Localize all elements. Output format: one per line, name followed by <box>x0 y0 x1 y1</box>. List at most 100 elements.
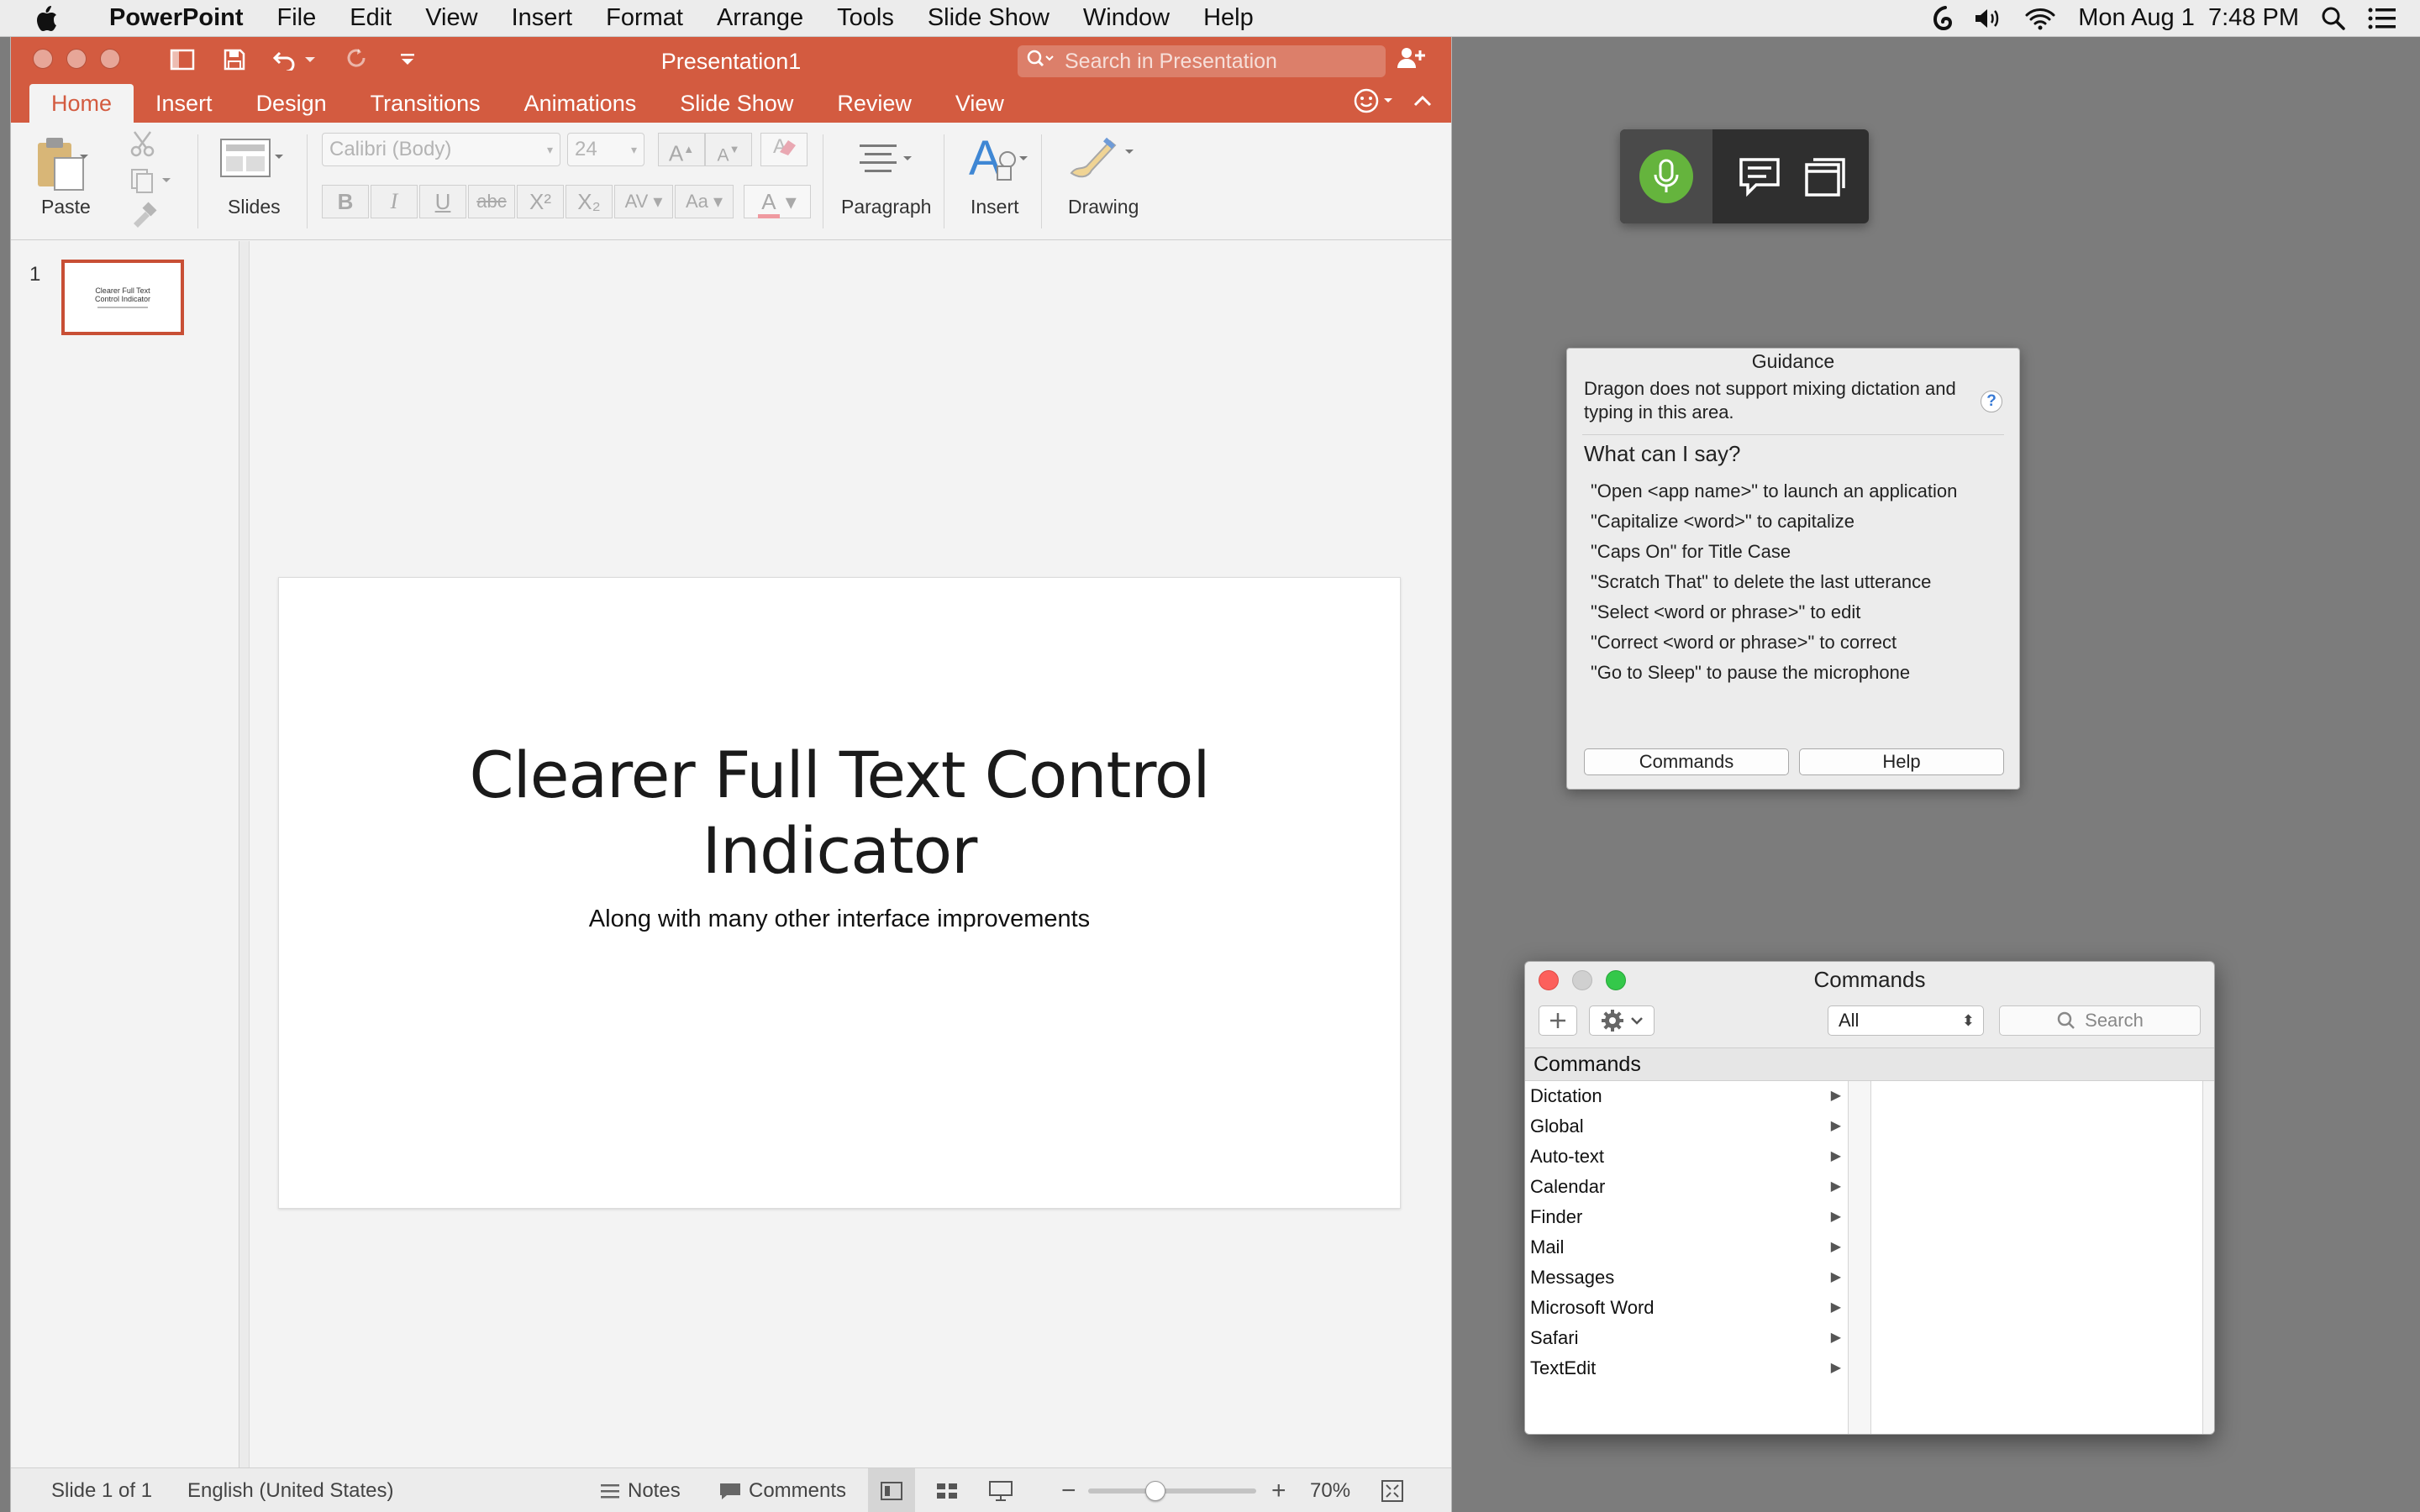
command-category-item[interactable]: Dictation ▶ <box>1525 1081 1848 1111</box>
tab-animations[interactable]: Animations <box>502 84 659 123</box>
grow-font-button[interactable]: A▲ <box>658 133 705 166</box>
subscript-button[interactable]: X₂ <box>566 185 613 218</box>
underline-button[interactable]: U <box>419 185 466 218</box>
commands-scrollbar[interactable] <box>2202 1081 2214 1434</box>
wifi-icon[interactable] <box>2024 7 2056 30</box>
copy-icon[interactable] <box>129 166 172 199</box>
command-category-item[interactable]: Microsoft Word ▶ <box>1525 1293 1848 1323</box>
command-category-item[interactable]: Auto-text ▶ <box>1525 1142 1848 1172</box>
tab-slide-show[interactable]: Slide Show <box>658 84 815 123</box>
zoom-slider-knob[interactable] <box>1145 1480 1165 1501</box>
drawing-icon[interactable] <box>1066 133 1142 191</box>
commands-button[interactable]: Commands <box>1584 748 1789 775</box>
comments-button[interactable]: Comments <box>718 1468 846 1512</box>
command-actions-menu[interactable] <box>1589 1005 1655 1036</box>
character-spacing-button[interactable]: AV ▾ <box>614 185 673 218</box>
strikethrough-button[interactable]: abc <box>468 185 515 218</box>
column-splitter[interactable] <box>1848 1081 1871 1434</box>
notes-button[interactable]: Notes <box>599 1468 681 1512</box>
menu-help[interactable]: Help <box>1186 4 1270 32</box>
menu-format[interactable]: Format <box>589 4 700 32</box>
notification-center-icon[interactable] <box>2368 7 2396 30</box>
command-category-item[interactable]: TextEdit ▶ <box>1525 1353 1848 1383</box>
volume-icon[interactable] <box>1974 7 2002 30</box>
insert-textbox-icon[interactable]: A <box>967 131 1036 191</box>
language-status[interactable]: English (United States) <box>187 1468 393 1512</box>
command-category-item[interactable]: Mail ▶ <box>1525 1232 1848 1263</box>
slide-thumbnail-1[interactable]: Clearer Full Text Control Indicator <box>61 260 184 335</box>
command-search-placeholder: Search <box>2085 1010 2144 1031</box>
superscript-button[interactable]: X² <box>517 185 564 218</box>
ribbon-home: Paste Slides Calibri (Body) ▾ 24 ▾ A▲ A▼… <box>11 123 1451 240</box>
apple-icon[interactable] <box>0 5 92 32</box>
slide-canvas[interactable]: Clearer Full Text Control Indicator Alon… <box>278 577 1401 1209</box>
add-command-button[interactable] <box>1539 1005 1577 1036</box>
menu-view[interactable]: View <box>408 4 494 32</box>
menu-clock[interactable]: Mon Aug 1 7:48 PM <box>2078 4 2299 32</box>
format-painter-icon[interactable] <box>129 202 157 234</box>
tab-transitions[interactable]: Transitions <box>349 84 502 123</box>
help-button[interactable]: Help <box>1799 748 2004 775</box>
pane-splitter[interactable] <box>239 241 250 1467</box>
guidance-help-icon[interactable]: ? <box>1981 391 2002 412</box>
powerpoint-window: Presentation1 Search in Presentation Hom… <box>10 37 1452 1512</box>
font-name-dropdown[interactable]: Calibri (Body) ▾ <box>322 133 560 166</box>
menu-insert[interactable]: Insert <box>495 4 590 32</box>
slide-sorter-button[interactable] <box>923 1468 971 1512</box>
dragon-icon[interactable] <box>1930 5 1953 32</box>
shrink-font-button[interactable]: A▼ <box>705 133 752 166</box>
menu-tools[interactable]: Tools <box>820 4 911 32</box>
command-category-item[interactable]: Finder ▶ <box>1525 1202 1848 1232</box>
tab-review[interactable]: Review <box>815 84 934 123</box>
chevron-down-icon <box>1631 1017 1643 1025</box>
slide-title[interactable]: Clearer Full Text Control Indicator <box>279 738 1400 889</box>
bold-button[interactable]: B <box>322 185 369 218</box>
slide-subtitle[interactable]: Along with many other interface improvem… <box>279 906 1400 933</box>
tab-insert[interactable]: Insert <box>134 84 234 123</box>
command-category-item[interactable]: Calendar ▶ <box>1525 1172 1848 1202</box>
new-slide-icon[interactable] <box>219 138 287 189</box>
paragraph-icon[interactable] <box>856 141 915 179</box>
command-category-item[interactable]: Safari ▶ <box>1525 1323 1848 1353</box>
zoom-slider[interactable] <box>1088 1468 1265 1512</box>
menu-slide-show[interactable]: Slide Show <box>911 4 1066 32</box>
guidance-tips: "Open <app name>" to launch an applicati… <box>1591 476 1957 688</box>
font-size-dropdown[interactable]: 24 ▾ <box>567 133 644 166</box>
command-category-item[interactable]: Global ▶ <box>1525 1111 1848 1142</box>
normal-view-button[interactable] <box>868 1468 915 1512</box>
thumbnail-number: 1 <box>29 263 41 286</box>
font-color-button[interactable]: A ▾ <box>744 185 811 218</box>
change-case-button[interactable]: Aa ▾ <box>675 185 734 218</box>
zoom-level[interactable]: 70% <box>1310 1468 1350 1512</box>
spotlight-icon[interactable] <box>2321 6 2346 31</box>
clear-formatting-icon[interactable]: A <box>760 133 808 166</box>
menu-edit[interactable]: Edit <box>333 4 408 32</box>
italic-button[interactable]: I <box>371 185 418 218</box>
fit-to-window-button[interactable] <box>1381 1468 1404 1512</box>
reading-view-button[interactable] <box>977 1468 1024 1512</box>
smiley-feedback-icon[interactable] <box>1354 87 1396 118</box>
command-category-item[interactable]: Messages ▶ <box>1525 1263 1848 1293</box>
zoom-in-button[interactable]: + <box>1271 1468 1286 1512</box>
chat-bubble-icon[interactable] <box>1738 156 1781 202</box>
commands-window: Commands All ⬍ Search Commands Dictation… <box>1524 961 2215 1435</box>
window-icon[interactable] <box>1803 156 1847 202</box>
zoom-out-button[interactable]: − <box>1061 1468 1076 1512</box>
command-category-label: Microsoft Word <box>1530 1297 1655 1318</box>
disclosure-arrow-icon: ▶ <box>1830 1089 1841 1103</box>
tab-home[interactable]: Home <box>29 84 134 123</box>
menu-app-name[interactable]: PowerPoint <box>92 4 260 32</box>
menu-window[interactable]: Window <box>1066 4 1186 32</box>
search-in-presentation-field[interactable]: Search in Presentation <box>1018 45 1386 77</box>
command-filter-select[interactable]: All ⬍ <box>1828 1005 1984 1036</box>
paste-icon[interactable] <box>31 134 90 197</box>
collapse-ribbon-icon[interactable] <box>1413 94 1433 112</box>
share-icon[interactable] <box>1391 45 1431 71</box>
tab-view[interactable]: View <box>934 84 1026 123</box>
cut-icon[interactable] <box>129 129 157 162</box>
tab-design[interactable]: Design <box>234 84 349 123</box>
menu-arrange[interactable]: Arrange <box>700 4 820 32</box>
microphone-button[interactable] <box>1620 129 1712 223</box>
command-search-field[interactable]: Search <box>1999 1005 2201 1036</box>
menu-file[interactable]: File <box>260 4 334 32</box>
